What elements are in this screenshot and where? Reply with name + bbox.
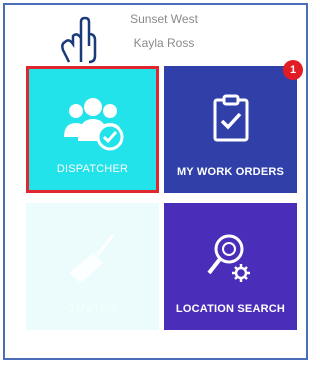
- dispatcher-tile[interactable]: DISPATCHER: [26, 66, 159, 193]
- location-search-tile[interactable]: LOCATION SEARCH: [164, 203, 297, 330]
- user-name: Kayla Ross: [133, 36, 195, 50]
- magnifier-gear-icon: [164, 231, 297, 287]
- hand-pointer-icon: [61, 16, 97, 64]
- clipboard-check-icon: [164, 94, 297, 144]
- dispatcher-label: DISPATCHER: [56, 163, 129, 175]
- my-work-orders-label: MY WORK ORDERS: [176, 166, 285, 178]
- org-name: Sunset West: [130, 12, 198, 26]
- team-check-icon: [29, 97, 156, 153]
- my-work-orders-tile[interactable]: MY WORK ORDERS: [164, 66, 297, 193]
- janitor-tile[interactable]: JANITOR: [26, 203, 159, 330]
- notification-badge: 1: [283, 60, 303, 80]
- location-search-label: LOCATION SEARCH: [175, 303, 286, 315]
- janitor-label: JANITOR: [68, 303, 117, 315]
- broom-icon: [26, 231, 159, 287]
